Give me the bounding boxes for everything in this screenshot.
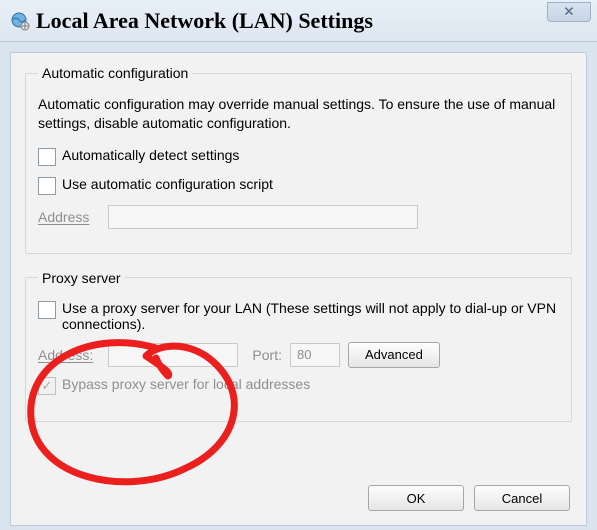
auto-address-label: Address: [38, 209, 100, 225]
automatic-configuration-help: Automatic configuration may override man…: [38, 95, 559, 133]
bypass-checkbox: [38, 377, 56, 395]
proxy-port-label: Port:: [246, 347, 282, 363]
auto-address-row: Address: [38, 205, 559, 229]
use-proxy-label: Use a proxy server for your LAN (These s…: [62, 300, 559, 332]
auto-script-checkbox[interactable]: [38, 177, 56, 195]
bypass-label: Bypass proxy server for local addresses: [62, 376, 310, 392]
auto-address-input: [108, 205, 418, 229]
proxy-address-label: Address:: [38, 347, 100, 363]
dialog-body: Automatic configuration Automatic config…: [10, 52, 587, 526]
proxy-address-input: [108, 343, 238, 367]
use-proxy-checkbox[interactable]: [38, 301, 56, 319]
use-proxy-row: Use a proxy server for your LAN (These s…: [38, 300, 559, 332]
auto-detect-row: Automatically detect settings: [38, 147, 559, 166]
advanced-button[interactable]: Advanced: [348, 342, 440, 368]
proxy-port-input: [290, 343, 340, 367]
globe-settings-icon: [10, 11, 30, 31]
proxy-address-row: Address: Port: Advanced: [38, 342, 559, 368]
bypass-row: Bypass proxy server for local addresses: [38, 376, 559, 395]
auto-script-label: Use automatic configuration script: [62, 176, 273, 192]
footer-buttons: OK Cancel: [368, 485, 570, 511]
auto-detect-label: Automatically detect settings: [62, 147, 239, 163]
cancel-button[interactable]: Cancel: [474, 485, 570, 511]
auto-detect-checkbox[interactable]: [38, 148, 56, 166]
titlebar: Local Area Network (LAN) Settings ✕: [0, 0, 597, 42]
automatic-configuration-group: Automatic configuration Automatic config…: [25, 65, 572, 254]
ok-button[interactable]: OK: [368, 485, 464, 511]
auto-script-row: Use automatic configuration script: [38, 176, 559, 195]
close-icon: ✕: [564, 4, 575, 20]
window-title: Local Area Network (LAN) Settings: [36, 8, 373, 34]
proxy-server-legend: Proxy server: [38, 270, 125, 286]
proxy-server-group: Proxy server Use a proxy server for your…: [25, 270, 572, 422]
automatic-configuration-legend: Automatic configuration: [38, 65, 192, 81]
close-button[interactable]: ✕: [547, 2, 591, 22]
